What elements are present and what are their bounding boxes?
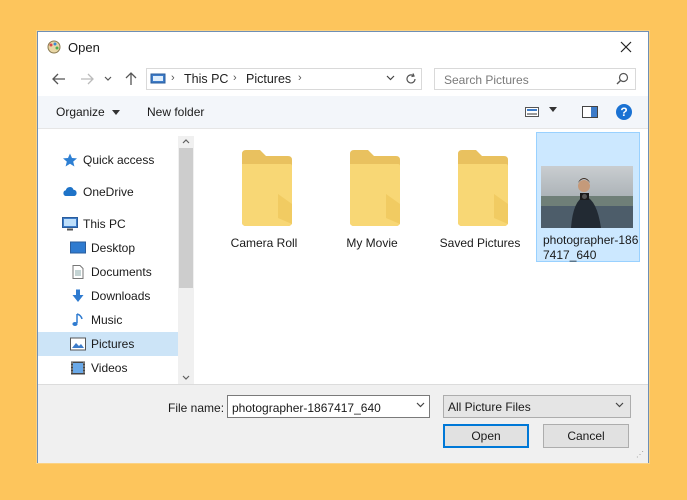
file-name-label: My Movie — [346, 236, 398, 250]
sidebar-item-label: Quick access — [83, 153, 155, 167]
arrow-right-icon — [81, 73, 94, 85]
document-icon — [72, 265, 84, 279]
sidebar-item-label: Documents — [91, 265, 152, 279]
arrow-left-icon — [52, 73, 65, 85]
refresh-icon — [406, 73, 416, 84]
file-name-label: photographer-1867417_640 — [543, 233, 639, 262]
new-folder-button[interactable]: New folder — [147, 105, 204, 119]
chevron-down-icon — [615, 402, 624, 408]
download-icon — [72, 289, 84, 302]
app-icon — [47, 40, 61, 54]
file-name-input[interactable] — [230, 398, 414, 418]
breadcrumb-pictures[interactable]: Pictures — [246, 72, 291, 86]
search-box[interactable] — [434, 68, 636, 90]
address-bar[interactable]: › This PC › Pictures › — [146, 68, 422, 90]
arrow-up-icon — [125, 72, 137, 85]
command-toolbar: Organize New folder ? — [38, 96, 648, 129]
window-title: Open — [68, 40, 100, 55]
chevron-down-icon — [104, 76, 112, 81]
open-file-dialog: Open › This PC › Pictures › Search Pictu… — [37, 31, 649, 463]
search-icon — [616, 72, 629, 85]
file-type-value: All Picture Files — [448, 400, 531, 414]
view-options-icon[interactable] — [525, 107, 539, 117]
sidebar-item-onedrive[interactable]: OneDrive — [38, 180, 178, 204]
folder-icon — [242, 150, 292, 226]
caret-down-icon — [112, 110, 121, 116]
sidebar-item-desktop[interactable]: Desktop — [38, 236, 178, 260]
pictures-icon — [70, 337, 86, 351]
help-button[interactable]: ? — [616, 104, 632, 120]
preview-pane-icon[interactable] — [582, 106, 598, 118]
breadcrumb-separator: › — [171, 72, 175, 84]
address-dropdown-button[interactable] — [386, 72, 395, 84]
organize-button[interactable]: Organize — [56, 105, 121, 119]
navigation-scrollbar[interactable] — [178, 136, 194, 384]
breadcrumb-this-pc[interactable]: This PC — [184, 72, 228, 86]
chevron-down-icon — [416, 402, 425, 408]
close-button[interactable] — [604, 32, 648, 62]
recent-locations-button[interactable] — [102, 70, 114, 88]
up-button[interactable] — [122, 70, 140, 88]
breadcrumb-separator: › — [233, 72, 237, 84]
file-name-combobox[interactable] — [227, 395, 430, 418]
file-name-label: File name: — [168, 401, 225, 415]
scroll-thumb[interactable] — [179, 148, 193, 288]
open-button[interactable]: Open — [443, 424, 529, 448]
refresh-button[interactable] — [401, 68, 422, 90]
folder-item-saved-pictures[interactable]: Saved Pictures — [428, 136, 532, 262]
sidebar-item-pictures[interactable]: Pictures — [38, 332, 178, 356]
sidebar-item-label: Pictures — [91, 337, 135, 351]
file-name-dropdown-button[interactable] — [416, 400, 425, 411]
sidebar-item-this-pc[interactable]: This PC — [38, 212, 178, 236]
sidebar-item-label: Desktop — [91, 241, 136, 255]
desktop-icon — [70, 241, 86, 254]
sidebar-item-downloads[interactable]: Downloads — [38, 284, 178, 308]
sidebar-item-label: Videos — [91, 361, 128, 375]
star-icon — [63, 153, 77, 167]
sidebar-item-documents[interactable]: Documents — [38, 260, 178, 284]
file-type-select[interactable]: All Picture Files — [443, 395, 631, 418]
sidebar-item-videos[interactable]: Videos — [38, 356, 178, 380]
sidebar-item-label: Downloads — [91, 289, 151, 303]
file-name-panel: File name: All Picture Files Open Cancel… — [38, 384, 648, 463]
file-name-label: Saved Pictures — [439, 236, 521, 250]
navigation-bar: › This PC › Pictures › — [38, 64, 648, 94]
resize-grip-icon[interactable]: ⋰ — [636, 450, 644, 459]
file-name-label: Camera Roll — [230, 236, 298, 250]
sidebar-item-label: Music — [91, 313, 123, 327]
folder-icon — [458, 150, 508, 226]
sidebar-item-quick-access[interactable]: Quick access — [38, 148, 178, 172]
chevron-down-icon — [386, 75, 395, 81]
video-icon — [71, 361, 85, 375]
search-input[interactable] — [442, 70, 616, 90]
organize-label: Organize — [56, 105, 105, 119]
chevron-up-icon — [182, 139, 190, 144]
folder-item-my-movie[interactable]: My Movie — [320, 136, 424, 262]
folder-icon — [350, 150, 400, 226]
file-type-dropdown-button[interactable] — [615, 400, 624, 411]
view-dropdown-button[interactable] — [549, 104, 557, 115]
sidebar-item-label: This PC — [83, 217, 126, 231]
sidebar-item-label: OneDrive — [83, 185, 134, 199]
music-icon — [72, 313, 83, 326]
sidebar-item-music[interactable]: Music — [38, 308, 178, 332]
title-bar: Open — [38, 32, 648, 62]
folder-item-camera-roll[interactable]: Camera Roll — [212, 136, 316, 262]
chevron-down-icon — [182, 375, 190, 380]
scroll-up-arrow[interactable] — [178, 136, 194, 148]
back-button[interactable] — [50, 70, 68, 88]
close-icon — [620, 41, 632, 53]
photo-thumbnail-icon — [541, 166, 633, 228]
forward-button[interactable] — [78, 70, 96, 88]
caret-down-icon — [549, 107, 557, 112]
image-item-photographer[interactable]: photographer-1867417_640 — [536, 132, 640, 262]
breadcrumb-separator: › — [298, 72, 302, 84]
scroll-down-arrow[interactable] — [178, 372, 194, 384]
navigation-pane: Quick access OneDrive This PC Desktop Do… — [38, 136, 194, 384]
cancel-button[interactable]: Cancel — [543, 424, 629, 448]
this-pc-icon — [150, 73, 166, 84]
computer-icon — [62, 217, 78, 231]
file-list: Camera Roll My Movie Saved Pictures phot… — [198, 132, 648, 384]
cloud-icon — [63, 187, 77, 196]
